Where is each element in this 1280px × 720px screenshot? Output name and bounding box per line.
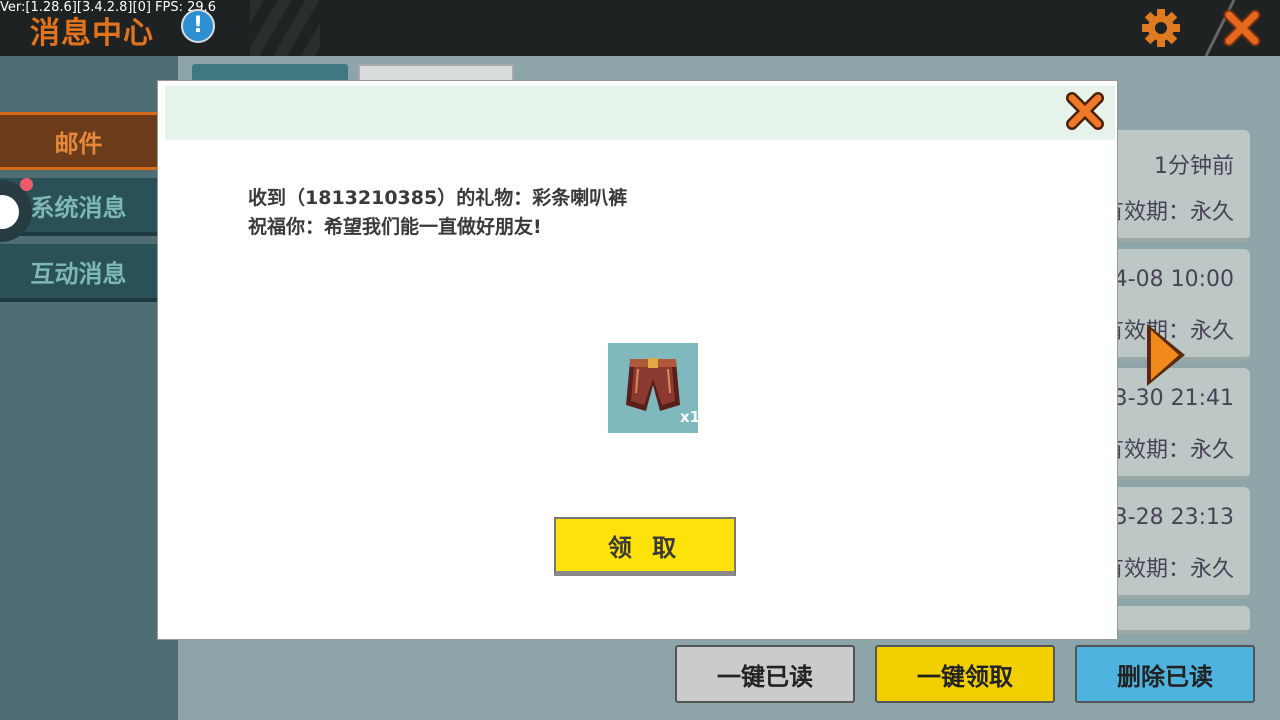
gift-blessing: 祝福你：希望我们能一直做好朋友! <box>248 216 542 238</box>
item-quantity: x1 <box>680 408 701 426</box>
mail-validity: 有效期：永久 <box>1101 557 1234 582</box>
dialog-header <box>165 86 1115 140</box>
debug-version-text: Ver:[1.28.6][3.4.2.8][0] FPS: 29.6 <box>0 0 217 15</box>
gear-icon[interactable] <box>1140 7 1182 49</box>
play-arrow-icon[interactable] <box>1145 322 1187 388</box>
mail-time: 03-28 23:13 <box>1099 505 1234 530</box>
gift-message: 收到（1813210385）的礼物：彩条喇叭裤 <box>248 187 628 209</box>
mark-all-read-button[interactable]: 一键已读 <box>675 645 855 703</box>
claim-button[interactable]: 领 取 <box>554 517 736 576</box>
info-icon[interactable]: ! <box>181 9 215 43</box>
mail-validity: 有效期：永久 <box>1101 200 1234 225</box>
notification-dot <box>20 178 33 191</box>
delete-read-button[interactable]: 删除已读 <box>1075 645 1255 703</box>
mail-time: 1分钟前 <box>1154 154 1234 179</box>
sidebar-item-interaction[interactable]: 互动消息 <box>0 244 157 302</box>
mail-time: 03-30 21:41 <box>1099 386 1234 411</box>
mail-time: 04-08 10:00 <box>1099 267 1234 292</box>
header-decoration <box>250 0 320 56</box>
dialog-close-icon[interactable] <box>1064 90 1106 132</box>
mail-validity: 有效期：永久 <box>1101 438 1234 463</box>
claim-all-button[interactable]: 一键领取 <box>875 645 1055 703</box>
close-icon[interactable] <box>1222 8 1262 48</box>
sidebar-item-mail[interactable]: 邮件 <box>0 112 157 170</box>
